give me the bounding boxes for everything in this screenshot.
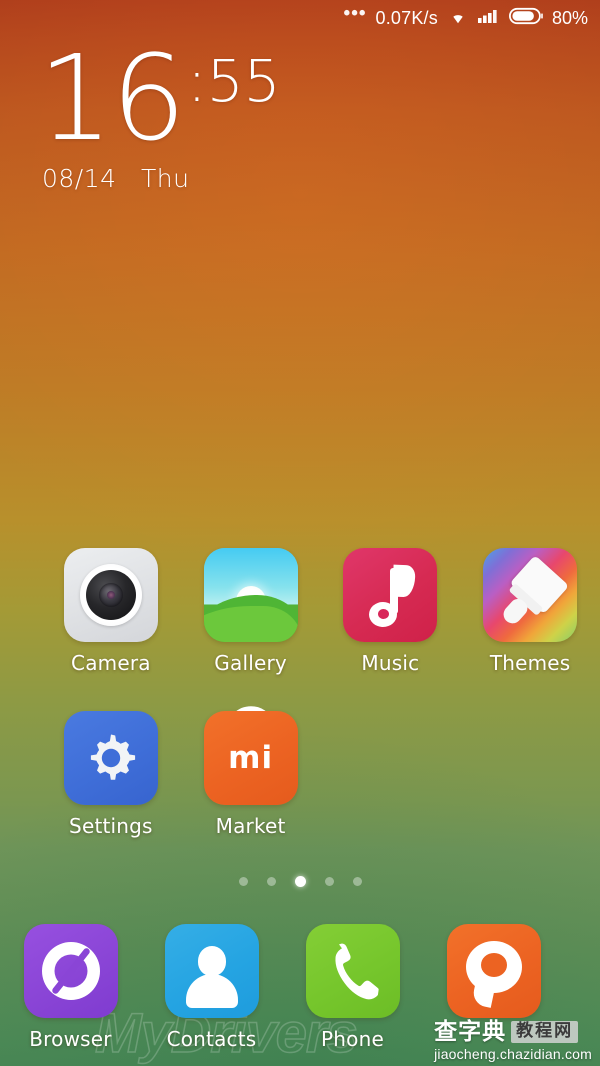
app-slot-empty bbox=[321, 711, 461, 838]
app-settings[interactable]: Settings bbox=[41, 711, 181, 838]
browser-swirl-icon[interactable] bbox=[23, 924, 118, 1018]
page-indicator[interactable] bbox=[0, 876, 600, 887]
row-left-pad bbox=[0, 711, 41, 838]
phone-handset-glyph bbox=[334, 943, 379, 1000]
gear-icon bbox=[90, 734, 135, 780]
app-label-market: Market bbox=[215, 814, 286, 838]
settings-gear-icon[interactable] bbox=[63, 711, 158, 805]
contacts-head bbox=[197, 946, 226, 976]
app-gallery[interactable]: Gallery bbox=[181, 548, 321, 675]
app-row-1: Camera Gallery Music Themes bbox=[0, 548, 600, 675]
camera-icon[interactable] bbox=[63, 548, 158, 642]
messaging-bubble-hole bbox=[480, 953, 507, 978]
app-row-2: Settings mi Market bbox=[0, 706, 600, 838]
app-market[interactable]: mi Market bbox=[181, 706, 321, 838]
app-label-settings: Settings bbox=[69, 814, 153, 838]
contacts-shoulders bbox=[185, 974, 238, 1008]
app-label-music: Music bbox=[361, 651, 420, 675]
network-speed-text: 0.07K/s bbox=[375, 7, 438, 28]
battery-icon bbox=[508, 7, 543, 30]
clock-weekday-text: Thu bbox=[141, 163, 190, 193]
app-label-browser: Browser bbox=[29, 1027, 112, 1051]
gallery-icon[interactable] bbox=[203, 548, 298, 642]
app-label-phone: Phone bbox=[321, 1027, 384, 1051]
page-dot-3-active[interactable] bbox=[294, 876, 306, 887]
page-dot-4[interactable] bbox=[324, 877, 334, 886]
app-label-contacts: Contacts bbox=[166, 1027, 257, 1051]
row-left-pad bbox=[0, 548, 41, 675]
wifi-icon bbox=[447, 7, 469, 29]
clock-widget[interactable]: 16 :55 08/14 Thu bbox=[38, 29, 281, 193]
page-dot-2[interactable] bbox=[266, 877, 276, 886]
app-camera[interactable]: Camera bbox=[41, 548, 181, 675]
app-themes[interactable]: Themes bbox=[460, 548, 600, 675]
app-label-gallery: Gallery bbox=[214, 651, 287, 675]
mi-logo-text: mi bbox=[228, 740, 274, 776]
clock-date-row: 08/14 Thu bbox=[42, 164, 281, 193]
messaging-bubble-icon[interactable] bbox=[446, 924, 541, 1018]
contacts-person-icon[interactable] bbox=[164, 924, 259, 1018]
music-note-flag bbox=[392, 564, 416, 598]
app-label-camera: Camera bbox=[71, 651, 151, 675]
dock: Browser Contacts Phone bbox=[0, 924, 600, 1051]
clock-time: 16 :55 bbox=[38, 29, 281, 167]
page-dot-5[interactable] bbox=[352, 877, 362, 886]
app-music[interactable]: Music bbox=[321, 548, 461, 675]
overflow-dots-icon: ••• bbox=[343, 3, 367, 24]
themes-paintbrush bbox=[491, 555, 570, 635]
music-icon[interactable] bbox=[343, 548, 438, 642]
gallery-hill-front bbox=[203, 606, 298, 642]
cellular-signal-icon bbox=[477, 7, 500, 29]
browser-swirl-glyph bbox=[41, 942, 100, 1000]
app-label-themes: Themes bbox=[489, 651, 571, 675]
battery-level-text: 80% bbox=[551, 7, 588, 28]
clock-hour: 16 bbox=[38, 29, 186, 167]
themes-icon[interactable] bbox=[483, 548, 578, 642]
dock-app-messaging[interactable] bbox=[423, 924, 564, 1051]
clock-date-text: 08/14 bbox=[42, 163, 117, 193]
camera-lens-flare bbox=[106, 591, 115, 599]
dock-app-browser[interactable]: Browser bbox=[0, 924, 141, 1051]
page-dot-1[interactable] bbox=[238, 877, 248, 886]
clock-minute: :55 bbox=[187, 47, 281, 115]
dock-app-phone[interactable]: Phone bbox=[282, 924, 423, 1051]
phone-handset-icon[interactable] bbox=[305, 924, 400, 1018]
mi-market-bag-icon[interactable]: mi bbox=[203, 706, 298, 805]
app-slot-empty bbox=[460, 711, 600, 838]
dock-app-contacts[interactable]: Contacts bbox=[141, 924, 282, 1051]
